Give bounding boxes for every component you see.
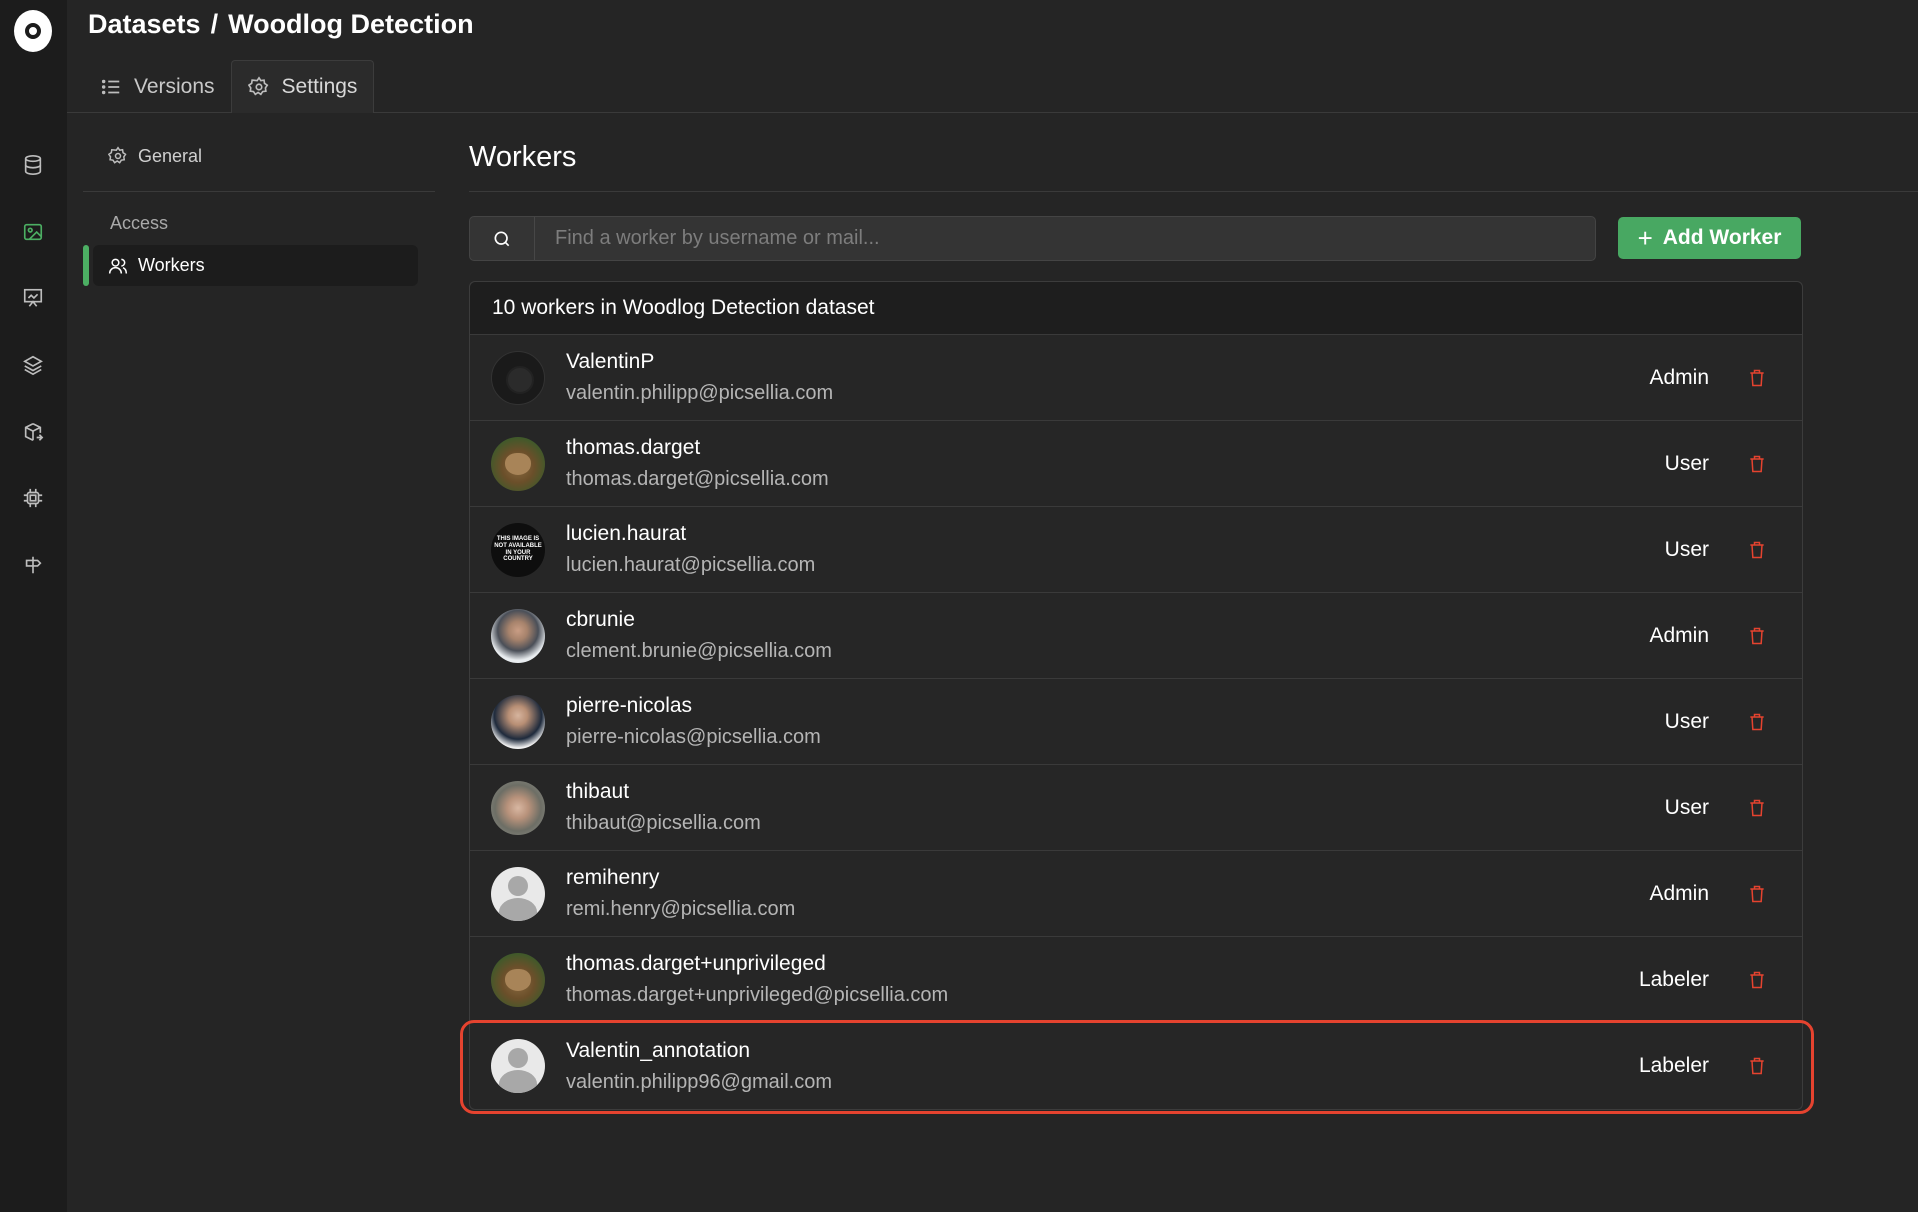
table-row: remihenry remi.henry@picsellia.com Admin [470, 851, 1802, 937]
easel-icon[interactable] [19, 284, 47, 312]
tab-versions[interactable]: Versions [84, 60, 231, 113]
database-icon[interactable] [19, 151, 47, 179]
avatar [491, 350, 545, 405]
breadcrumb-separator: / [210, 9, 219, 39]
side-item-label: General [138, 145, 203, 166]
settings-menu: General Access Workers [83, 113, 435, 286]
icon-rail [0, 0, 67, 1212]
table-row: thomas.darget+unprivileged thomas.darget… [470, 937, 1802, 1023]
worker-username: Valentin_annotation [566, 1038, 751, 1062]
add-worker-button[interactable]: + Add Worker [1618, 217, 1801, 259]
search-icon[interactable] [470, 217, 535, 260]
worker-role[interactable]: Labeler [1639, 1054, 1709, 1078]
avatar [491, 694, 545, 749]
avatar [491, 952, 545, 1007]
table-row: cbrunie clement.brunie@picsellia.com Adm… [470, 593, 1802, 679]
trash-icon[interactable] [1746, 625, 1768, 647]
page-title: Workers [469, 141, 577, 173]
box-arrow-icon[interactable] [19, 418, 47, 446]
side-item-workers[interactable]: Workers [83, 245, 418, 286]
avatar [491, 436, 545, 491]
worker-username: lucien.haurat [566, 522, 687, 545]
table-header: 10 workers in Woodlog Detection dataset [470, 282, 1802, 335]
worker-email: pierre-nicolas@picsellia.com [566, 726, 821, 748]
worker-username: pierre-nicolas [566, 694, 693, 717]
add-worker-label: Add Worker [1662, 226, 1782, 249]
layers-icon[interactable] [19, 351, 47, 379]
breadcrumb-root[interactable]: Datasets [88, 9, 201, 39]
users-icon [108, 258, 128, 274]
avatar [491, 780, 545, 835]
side-item-label: Workers [138, 255, 205, 275]
page-header: Datasets / Woodlog Detection Versions Sett… [67, 0, 1918, 113]
worker-role[interactable]: User [1665, 452, 1709, 476]
trash-icon[interactable] [1746, 1055, 1768, 1077]
workers-table: 10 workers in Woodlog Detection dataset … [460, 281, 1814, 1114]
divider [469, 191, 1918, 192]
breadcrumb: Datasets / Woodlog Detection [88, 9, 474, 40]
side-section-access: Access [110, 213, 169, 233]
tab-label: Settings [281, 75, 358, 98]
plus-icon: + [1637, 223, 1653, 253]
avatar: THIS IMAGE IS NOT AVAILABLE IN YOUR COUN… [491, 522, 545, 577]
trash-icon[interactable] [1746, 367, 1768, 389]
worker-role[interactable]: User [1665, 538, 1709, 562]
worker-email: remi.henry@picsellia.com [566, 898, 796, 920]
workers-panel: Workers + Add Worker 10 workers in Woodl… [460, 113, 1918, 1114]
worker-role[interactable]: User [1665, 710, 1709, 734]
gear-icon [108, 146, 127, 164]
search-input[interactable] [535, 227, 1595, 250]
trash-icon[interactable] [1746, 453, 1768, 475]
tab-bar: Versions Settings [84, 60, 375, 113]
avatar [491, 866, 545, 921]
divider [83, 191, 435, 192]
worker-email: clement.brunie@picsellia.com [566, 640, 832, 662]
table-row: pierre-nicolas pierre-nicolas@picsellia.… [470, 679, 1802, 765]
worker-email: thomas.darget@picsellia.com [566, 468, 829, 490]
worker-username: thomas.darget [566, 436, 701, 459]
worker-username: thomas.darget+unprivileged [566, 952, 826, 975]
breadcrumb-current: Woodlog Detection [228, 9, 474, 39]
table-row: thomas.darget thomas.darget@picsellia.co… [470, 421, 1802, 507]
trash-icon[interactable] [1746, 797, 1768, 819]
trash-icon[interactable] [1746, 539, 1768, 561]
table-row: ValentinP valentin.philipp@picsellia.com… [470, 335, 1802, 421]
worker-role[interactable]: Admin [1649, 624, 1709, 648]
side-item-general[interactable]: General [83, 135, 435, 177]
list-icon [101, 79, 120, 94]
trash-icon[interactable] [1746, 883, 1768, 905]
worker-username: remihenry [566, 866, 660, 889]
gear-icon [247, 76, 268, 96]
app-logo-icon[interactable] [14, 10, 52, 52]
worker-email: valentin.philipp@picsellia.com [566, 382, 834, 404]
avatar [491, 608, 545, 663]
table-row: Valentin_annotation valentin.philipp96@g… [460, 1020, 1814, 1114]
worker-email: thomas.darget+unprivileged@picsellia.com [566, 984, 949, 1006]
table-row: thibaut thibaut@picsellia.com User [470, 765, 1802, 851]
image-icon[interactable] [19, 218, 47, 246]
worker-email: thibaut@picsellia.com [566, 812, 761, 834]
trash-icon[interactable] [1746, 969, 1768, 991]
trash-icon[interactable] [1746, 711, 1768, 733]
avatar [491, 1039, 545, 1093]
worker-username: cbrunie [566, 608, 635, 631]
worker-role[interactable]: Admin [1649, 366, 1709, 390]
signpost-icon[interactable] [19, 551, 47, 579]
worker-role[interactable]: User [1665, 796, 1709, 820]
worker-role[interactable]: Labeler [1639, 968, 1709, 992]
tab-label: Versions [134, 74, 215, 98]
worker-email: lucien.haurat@picsellia.com [566, 554, 816, 576]
worker-username: ValentinP [566, 350, 655, 373]
worker-email: valentin.philipp96@gmail.com [566, 1070, 832, 1093]
worker-role[interactable]: Admin [1649, 882, 1709, 906]
search-bar [469, 216, 1596, 261]
chip-icon[interactable] [19, 484, 47, 512]
table-row: THIS IMAGE IS NOT AVAILABLE IN YOUR COUN… [470, 507, 1802, 593]
tab-settings[interactable]: Settings [230, 60, 375, 113]
worker-username: thibaut [566, 780, 630, 803]
